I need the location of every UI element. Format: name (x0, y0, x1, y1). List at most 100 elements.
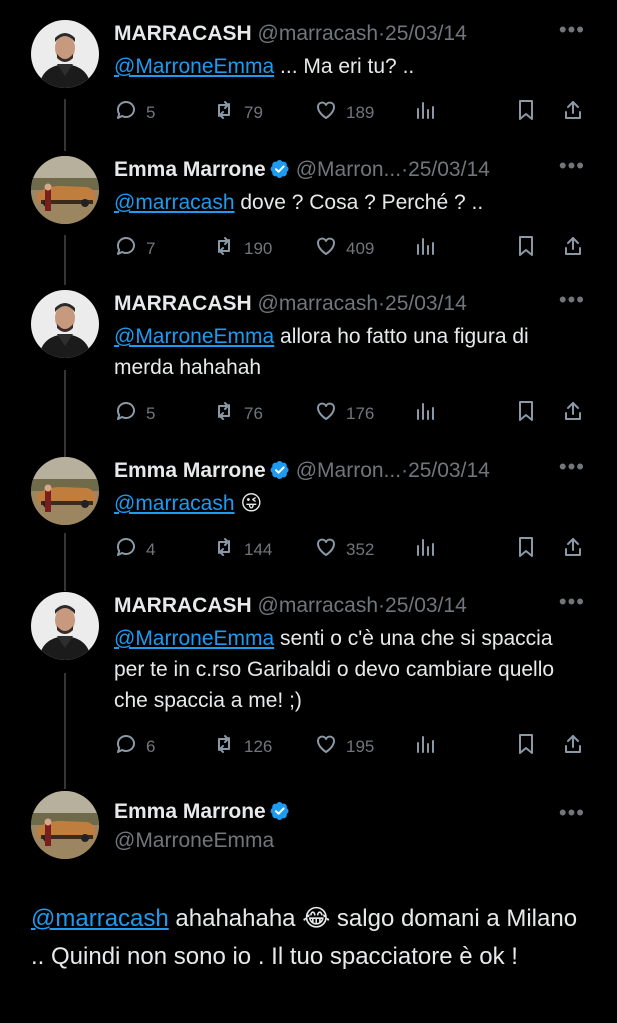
author-handle[interactable]: @Marron... (296, 158, 401, 181)
author-handle[interactable]: @marracash (258, 22, 379, 45)
tweet-header: MARRACASH @marracash·25/03/14 (114, 20, 571, 48)
tweet[interactable]: MARRACASH @marracash·25/03/14 ••• @Marro… (0, 589, 617, 762)
retweet-button[interactable]: 144 (212, 535, 272, 564)
author-handle[interactable]: @MarroneEmma (114, 826, 296, 855)
more-options-icon[interactable]: ••• (559, 589, 585, 615)
tweet-date[interactable]: 25/03/14 (385, 292, 467, 315)
bookmark-button[interactable] (514, 732, 538, 761)
like-button[interactable]: 176 (314, 399, 374, 428)
author-name[interactable]: MARRACASH (114, 594, 252, 617)
author-name[interactable]: Emma Marrone (114, 158, 266, 181)
reply-count: 6 (146, 736, 156, 756)
author-handle[interactable]: @marracash (258, 594, 379, 617)
more-options-icon[interactable]: ••• (559, 153, 585, 179)
like-button[interactable]: 195 (314, 732, 374, 761)
like-icon (314, 399, 338, 428)
share-icon (561, 732, 585, 761)
share-button[interactable] (561, 98, 585, 127)
reply-button[interactable]: 4 (114, 535, 155, 564)
like-icon (314, 732, 338, 761)
more-options-icon[interactable]: ••• (559, 17, 585, 43)
author-name[interactable]: MARRACASH (114, 22, 252, 45)
author-handle[interactable]: @marracash (258, 292, 379, 315)
like-count: 189 (346, 102, 375, 122)
tweet-text: @MarroneEmma senti o c'è una che si spac… (114, 623, 587, 716)
more-options-icon[interactable]: ••• (559, 454, 585, 480)
tweet-date[interactable]: 25/03/14 (385, 22, 467, 45)
avatar-image (31, 156, 99, 224)
bookmark-icon (514, 732, 538, 761)
author-name[interactable]: Emma Marrone (114, 800, 266, 823)
share-button[interactable] (561, 732, 585, 761)
bookmark-button[interactable] (514, 234, 538, 263)
like-count: 195 (346, 736, 375, 756)
tweet-body: 😜 (234, 492, 263, 515)
bookmark-icon (514, 535, 538, 564)
avatar[interactable] (31, 592, 99, 660)
reply-icon (114, 535, 138, 564)
retweet-button[interactable]: 190 (212, 234, 272, 263)
bookmark-button[interactable] (514, 535, 538, 564)
avatar[interactable] (31, 290, 99, 358)
tweet[interactable]: Emma Marrone @Marron...·25/03/14 ••• @mar… (0, 153, 617, 266)
mention-link[interactable]: @marracash (114, 191, 235, 214)
tweet-header: Emma Marrone @Marron...·25/03/14 (114, 156, 571, 184)
views-button[interactable] (413, 535, 437, 564)
main-tweet[interactable]: Emma Marrone @MarroneEmma ••• @marracash… (0, 786, 617, 1023)
tweet-text: @marracash dove ? Cosa ? Perché ? .. (114, 187, 587, 218)
share-button[interactable] (561, 535, 585, 564)
tweet-text: @marracash 😜 (114, 488, 587, 519)
tweet-actions: 4 144 352 (114, 535, 586, 563)
author-name[interactable]: MARRACASH (114, 292, 252, 315)
author-name[interactable]: Emma Marrone (114, 459, 266, 482)
avatar-image (31, 20, 99, 88)
author-handle[interactable]: @Marron... (296, 459, 401, 482)
views-button[interactable] (413, 98, 437, 127)
like-icon (314, 98, 338, 127)
mention-link[interactable]: @MarroneEmma (114, 325, 274, 348)
retweet-button[interactable]: 126 (212, 732, 272, 761)
views-icon (413, 535, 437, 564)
avatar[interactable] (31, 457, 99, 525)
reply-button[interactable]: 5 (114, 98, 155, 127)
retweet-button[interactable]: 76 (212, 399, 263, 428)
separator-dot: · (401, 459, 409, 482)
mention-link[interactable]: @marracash (114, 492, 235, 515)
share-button[interactable] (561, 234, 585, 263)
tweet[interactable]: Emma Marrone @Marron...·25/03/14 ••• @mar… (0, 454, 617, 567)
share-button[interactable] (561, 399, 585, 428)
mention-link[interactable]: @marracash (31, 905, 169, 932)
more-options-icon[interactable]: ••• (559, 800, 585, 826)
like-button[interactable]: 409 (314, 234, 374, 263)
tweet-header: MARRACASH @marracash·25/03/14 (114, 290, 571, 318)
views-button[interactable] (413, 399, 437, 428)
tweet-date[interactable]: 25/03/14 (385, 594, 467, 617)
bookmark-button[interactable] (514, 98, 538, 127)
avatar[interactable] (31, 791, 99, 859)
tweet[interactable]: MARRACASH @marracash·25/03/14 ••• @Marro… (0, 287, 617, 430)
reply-button[interactable]: 7 (114, 234, 155, 263)
avatar-image (31, 791, 99, 859)
tweet[interactable]: MARRACASH @marracash·25/03/14 ••• @Marro… (0, 17, 617, 130)
verified-badge-icon (270, 160, 289, 178)
tweet-text: @MarroneEmma allora ho fatto una figura … (114, 321, 587, 383)
avatar[interactable] (31, 20, 99, 88)
bookmark-button[interactable] (514, 399, 538, 428)
tweet-date[interactable]: 25/03/14 (408, 459, 490, 482)
like-button[interactable]: 352 (314, 535, 374, 564)
reply-button[interactable]: 6 (114, 732, 155, 761)
tweet-date[interactable]: 25/03/14 (408, 158, 490, 181)
views-button[interactable] (413, 732, 437, 761)
bookmark-icon (514, 399, 538, 428)
mention-link[interactable]: @MarroneEmma (114, 627, 274, 650)
more-options-icon[interactable]: ••• (559, 287, 585, 313)
bookmark-icon (514, 234, 538, 263)
mention-link[interactable]: @MarroneEmma (114, 55, 274, 78)
share-icon (561, 535, 585, 564)
reply-button[interactable]: 5 (114, 399, 155, 428)
retweet-button[interactable]: 79 (212, 98, 263, 127)
like-button[interactable]: 189 (314, 98, 374, 127)
avatar[interactable] (31, 156, 99, 224)
tweet-body: ... Ma eri tu? .. (274, 55, 415, 78)
views-button[interactable] (413, 234, 437, 263)
